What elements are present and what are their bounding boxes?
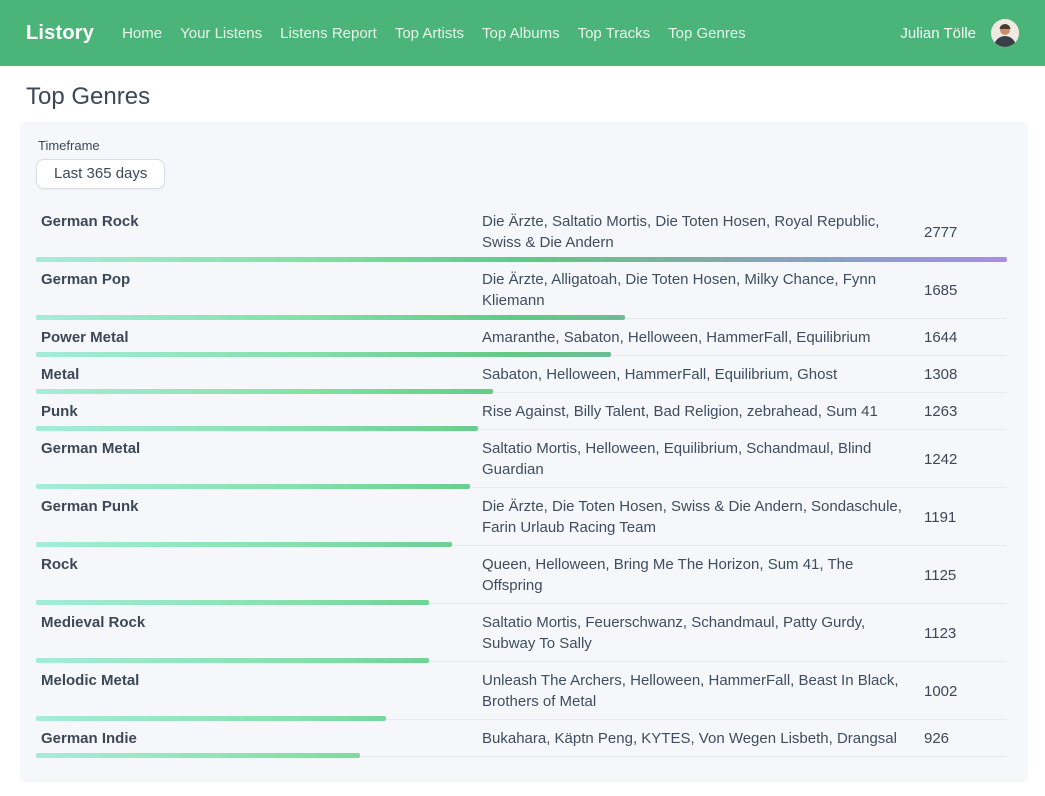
timeframe-select[interactable]: Last 365 days (36, 159, 165, 189)
nav-link-top-tracks[interactable]: Top Tracks (578, 25, 651, 42)
genre-listen-count: 1191 (902, 496, 1007, 538)
genre-bar (36, 352, 611, 357)
genre-name: German Metal (36, 438, 482, 480)
genre-name: Medieval Rock (36, 612, 482, 654)
genre-row-main: German Indie Bukahara, Käptn Peng, KYTES… (36, 721, 1007, 749)
genre-bar (36, 315, 625, 320)
genre-row: German Metal Saltatio Mortis, Helloween,… (36, 431, 1007, 489)
genre-row: Medieval Rock Saltatio Mortis, Feuerschw… (36, 605, 1007, 663)
genre-listen-count: 1644 (902, 327, 1007, 348)
genre-row-main: German Punk Die Ärzte, Die Toten Hosen, … (36, 489, 1007, 538)
genre-row: German Punk Die Ärzte, Die Toten Hosen, … (36, 489, 1007, 547)
genre-top-artists: Bukahara, Käptn Peng, KYTES, Von Wegen L… (482, 728, 902, 749)
genre-row-main: Metal Sabaton, Helloween, HammerFall, Eq… (36, 357, 1007, 385)
genre-top-artists: Die Ärzte, Alligatoah, Die Toten Hosen, … (482, 269, 902, 311)
brand-logo[interactable]: Listory (26, 22, 94, 45)
genre-bar (36, 426, 478, 431)
genre-top-artists: Die Ärzte, Die Toten Hosen, Swiss & Die … (482, 496, 902, 538)
genre-listen-count: 1002 (902, 670, 1007, 712)
genre-row: Metal Sabaton, Helloween, HammerFall, Eq… (36, 357, 1007, 394)
nav-link-top-genres[interactable]: Top Genres (668, 25, 746, 42)
genre-top-artists: Sabaton, Helloween, HammerFall, Equilibr… (482, 364, 902, 385)
genre-row-main: Medieval Rock Saltatio Mortis, Feuerschw… (36, 605, 1007, 654)
nav-link-top-albums[interactable]: Top Albums (482, 25, 560, 42)
genre-bar (36, 484, 470, 489)
genre-row-main: German Metal Saltatio Mortis, Helloween,… (36, 431, 1007, 480)
genre-bar (36, 753, 360, 758)
timeframe-label: Timeframe (38, 138, 1007, 153)
genre-listen-count: 1125 (902, 554, 1007, 596)
genre-name: Metal (36, 364, 482, 385)
genre-top-artists: Queen, Helloween, Bring Me The Horizon, … (482, 554, 902, 596)
genre-bar (36, 600, 429, 605)
genre-listen-count: 926 (902, 728, 1007, 749)
genre-top-artists: Saltatio Mortis, Feuerschwanz, Schandmau… (482, 612, 902, 654)
genre-listen-count: 1242 (902, 438, 1007, 480)
nav-link-home[interactable]: Home (122, 25, 162, 42)
genre-row: Punk Rise Against, Billy Talent, Bad Rel… (36, 394, 1007, 431)
genre-name: Melodic Metal (36, 670, 482, 712)
genre-row: German Pop Die Ärzte, Alligatoah, Die To… (36, 262, 1007, 320)
genre-bar (36, 389, 493, 394)
genre-bar-track (36, 753, 1007, 758)
genre-row-main: Punk Rise Against, Billy Talent, Bad Rel… (36, 394, 1007, 422)
genre-name: Rock (36, 554, 482, 596)
genre-table: German Rock Die Ärzte, Saltatio Mortis, … (36, 204, 1007, 758)
genre-name: German Indie (36, 728, 482, 749)
genre-listen-count: 1263 (902, 401, 1007, 422)
genre-row-main: German Pop Die Ärzte, Alligatoah, Die To… (36, 262, 1007, 311)
genre-bar-track (36, 257, 1007, 262)
genre-row-main: Rock Queen, Helloween, Bring Me The Hori… (36, 547, 1007, 596)
nav-link-your-listens[interactable]: Your Listens (180, 25, 262, 42)
genre-row: German Rock Die Ärzte, Saltatio Mortis, … (36, 204, 1007, 262)
top-genres-card: Timeframe Last 365 days German Rock Die … (20, 122, 1028, 782)
genre-row: German Indie Bukahara, Käptn Peng, KYTES… (36, 721, 1007, 758)
genre-name: Punk (36, 401, 482, 422)
genre-top-artists: Saltatio Mortis, Helloween, Equilibrium,… (482, 438, 902, 480)
genre-bar (36, 716, 386, 721)
genre-listen-count: 1308 (902, 364, 1007, 385)
nav-link-listens-report[interactable]: Listens Report (280, 25, 377, 42)
genre-row: Power Metal Amaranthe, Sabaton, Hellowee… (36, 320, 1007, 357)
genre-name: German Punk (36, 496, 482, 538)
genre-row: Rock Queen, Helloween, Bring Me The Hori… (36, 547, 1007, 605)
genre-name: Power Metal (36, 327, 482, 348)
genre-top-artists: Die Ärzte, Saltatio Mortis, Die Toten Ho… (482, 211, 902, 253)
genre-listen-count: 2777 (902, 211, 1007, 253)
genre-name: German Rock (36, 211, 482, 253)
genre-bar (36, 658, 429, 663)
page-title: Top Genres (26, 83, 1045, 111)
user-name: Julian Tölle (900, 25, 976, 42)
genre-row-main: German Rock Die Ärzte, Saltatio Mortis, … (36, 204, 1007, 253)
genre-row-main: Melodic Metal Unleash The Archers, Hello… (36, 663, 1007, 712)
user-avatar[interactable] (991, 19, 1019, 47)
main-nav: Home Your Listens Listens Report Top Artist… (122, 25, 746, 42)
genre-bar (36, 542, 452, 547)
app-header: Listory Home Your Listens Listens Report To… (0, 0, 1045, 66)
genre-listen-count: 1123 (902, 612, 1007, 654)
genre-bar (36, 257, 1007, 262)
genre-top-artists: Amaranthe, Sabaton, Helloween, HammerFal… (482, 327, 902, 348)
genre-row: Melodic Metal Unleash The Archers, Hello… (36, 663, 1007, 721)
genre-row-main: Power Metal Amaranthe, Sabaton, Hellowee… (36, 320, 1007, 348)
genre-top-artists: Unleash The Archers, Helloween, HammerFa… (482, 670, 902, 712)
genre-listen-count: 1685 (902, 269, 1007, 311)
genre-name: German Pop (36, 269, 482, 311)
genre-top-artists: Rise Against, Billy Talent, Bad Religion… (482, 401, 902, 422)
nav-link-top-artists[interactable]: Top Artists (395, 25, 464, 42)
avatar-photo-icon (991, 19, 1019, 47)
